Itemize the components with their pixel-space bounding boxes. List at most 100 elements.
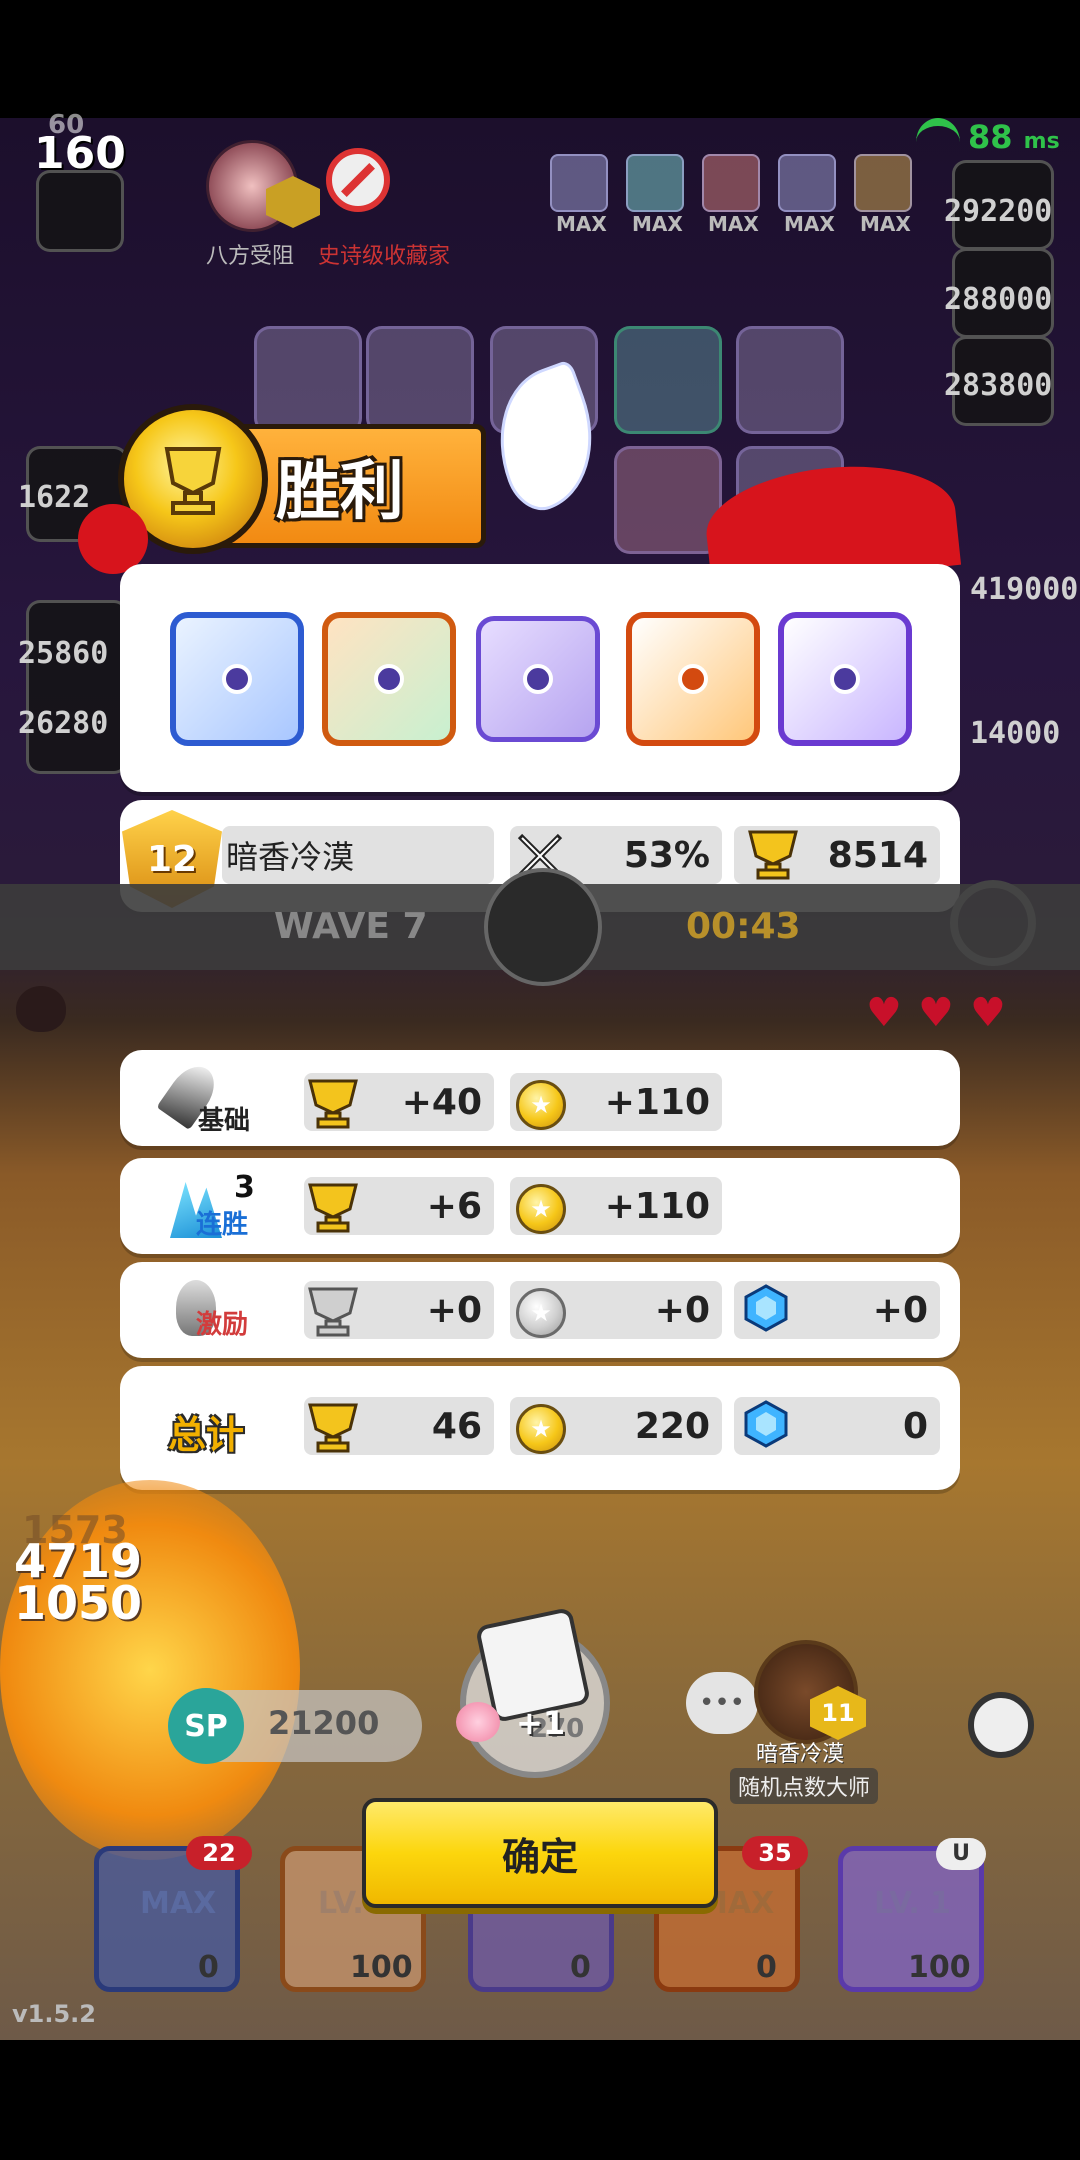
coin-gray-icon: ★ [516,1288,566,1338]
damage-popup-b: 1050 [14,1576,143,1630]
coin-icon: ★ [516,1080,566,1130]
life-heart-1: ♥ [866,990,902,1036]
sp-value: 21200 [268,1704,380,1742]
slot-4-badge: 35 [742,1836,808,1870]
slot-2-label: LV. [318,1886,364,1921]
life-heart-2: ♥ [918,990,954,1036]
board-dice-5 [736,326,844,434]
boss-emblem-icon [484,868,602,986]
deck-dice-moon [170,612,304,746]
navigation-bar-area [0,2040,1080,2160]
dice-pip-icon [374,664,404,694]
left-score-3: 26280 [18,706,109,741]
life-heart-3: ♥ [970,990,1006,1036]
right-score-2: 288000 [944,282,1053,317]
status-bar-area [0,0,1080,118]
confirm-button[interactable]: 确定 [362,1798,718,1908]
slot-1-sp: 0 [198,1950,219,1985]
board-dice-4 [614,326,722,434]
gem-icon [744,1400,788,1452]
wifi-icon [916,118,960,166]
reward-label-incentive: 激励 [196,1310,249,1340]
player2-name: 史诗级收藏家 [318,244,451,269]
mini-dice-max-2: MAX [632,212,683,236]
reward-total-trophy-value: 46 [431,1405,482,1447]
mini-dice-3 [702,154,760,212]
gem-icon [744,1284,788,1336]
mini-dice-max-1: MAX [556,212,607,236]
reward-basic-trophy-value: +40 [401,1081,482,1123]
right-score-4: 419000 [970,572,1079,607]
trophy-icon [164,447,222,515]
trophy-icon [304,1075,362,1133]
right-score-1: 292200 [944,194,1053,229]
deck-dice-arrow [778,612,912,746]
slot-1-label: MAX [140,1886,217,1921]
reward-total-coin-value: 220 [634,1405,710,1447]
slot-5-sp: 100 [908,1950,971,1985]
reward-label-total: 总计 [168,1413,245,1457]
reward-label-streak: 连胜 [196,1210,249,1240]
deck-dice-infinity [322,612,456,746]
slot-4-sp: 0 [756,1950,777,1985]
left-score-1: 1622 [18,480,91,515]
emote-button-icon[interactable] [950,880,1036,966]
mini-dice-5 [854,154,912,212]
left-score-box-2 [26,600,128,774]
reward-incentive-coin-value: +0 [654,1289,710,1331]
player1-name: 八方受阻 [206,244,295,269]
reward-total-gem-value: 0 [902,1405,928,1447]
slot-3-sp: 0 [570,1950,591,1985]
player-rank-number: 12 [146,838,198,880]
slot-5-label: LV. 1 [874,1886,952,1921]
reward-streak-coin-value: +110 [604,1185,710,1227]
slot-1-badge: 22 [186,1836,252,1870]
peach-icon [456,1702,500,1742]
coin-icon: ★ [516,1184,566,1234]
chat-bubble-button[interactable]: ••• [686,1672,758,1734]
sp-badge: SP [168,1688,244,1764]
trophy-gray-icon [304,1283,362,1341]
reward-label-basic: 基础 [198,1106,251,1136]
slot-2-sp: 100 [350,1950,413,1985]
trophy-icon [304,1399,362,1457]
board-dice-1 [254,326,362,434]
version-label: v1.5.2 [12,2000,96,2028]
opponent-level: 11 [821,1699,855,1727]
mini-dice-max-4: MAX [784,212,835,236]
wave-label: WAVE 7 [274,906,428,947]
player-name: 暗香冷漠 [226,838,355,876]
reward-basic-coin-value: +110 [604,1081,710,1123]
trophy-icon [744,826,802,884]
reward-incentive-gem-value: +0 [872,1289,928,1331]
left-score-2: 25860 [18,636,109,671]
mini-dice-4 [778,154,836,212]
mini-dice-2 [626,154,684,212]
right-score-3: 283800 [944,368,1053,403]
right-score-5: 14000 [970,716,1061,751]
coin-icon: ★ [516,1404,566,1454]
win-rate-value: 53% [623,834,710,876]
reward-incentive-trophy-value: +0 [426,1289,482,1331]
player-name-pill: 暗香冷漠 [222,826,494,884]
slot-5-badge: U [936,1838,986,1870]
dice-pip-icon [830,664,860,694]
streak-count: 3 [234,1170,255,1205]
trophy-count-value: 8514 [827,834,928,876]
opponent-name: 暗香冷漠 [756,1742,845,1767]
emoji-button-icon[interactable] [968,1692,1034,1758]
dice-pip-icon [222,664,252,694]
trophy-icon [304,1179,362,1237]
wave-timer: 00:43 [686,906,801,947]
peach-bonus: +1 [516,1704,566,1742]
mini-dice-max-5: MAX [860,212,911,236]
ping-value: 88 ms [968,118,1060,156]
deck-dice-crack [476,616,600,742]
blocked-icon [326,148,390,212]
board-dice-2 [366,326,474,434]
ping-unit: ms [1023,129,1060,154]
dice-pip-icon [678,664,708,694]
mini-dice-1 [550,154,608,212]
confirm-button-label: 确定 [501,1834,578,1879]
mini-dice-max-3: MAX [708,212,759,236]
